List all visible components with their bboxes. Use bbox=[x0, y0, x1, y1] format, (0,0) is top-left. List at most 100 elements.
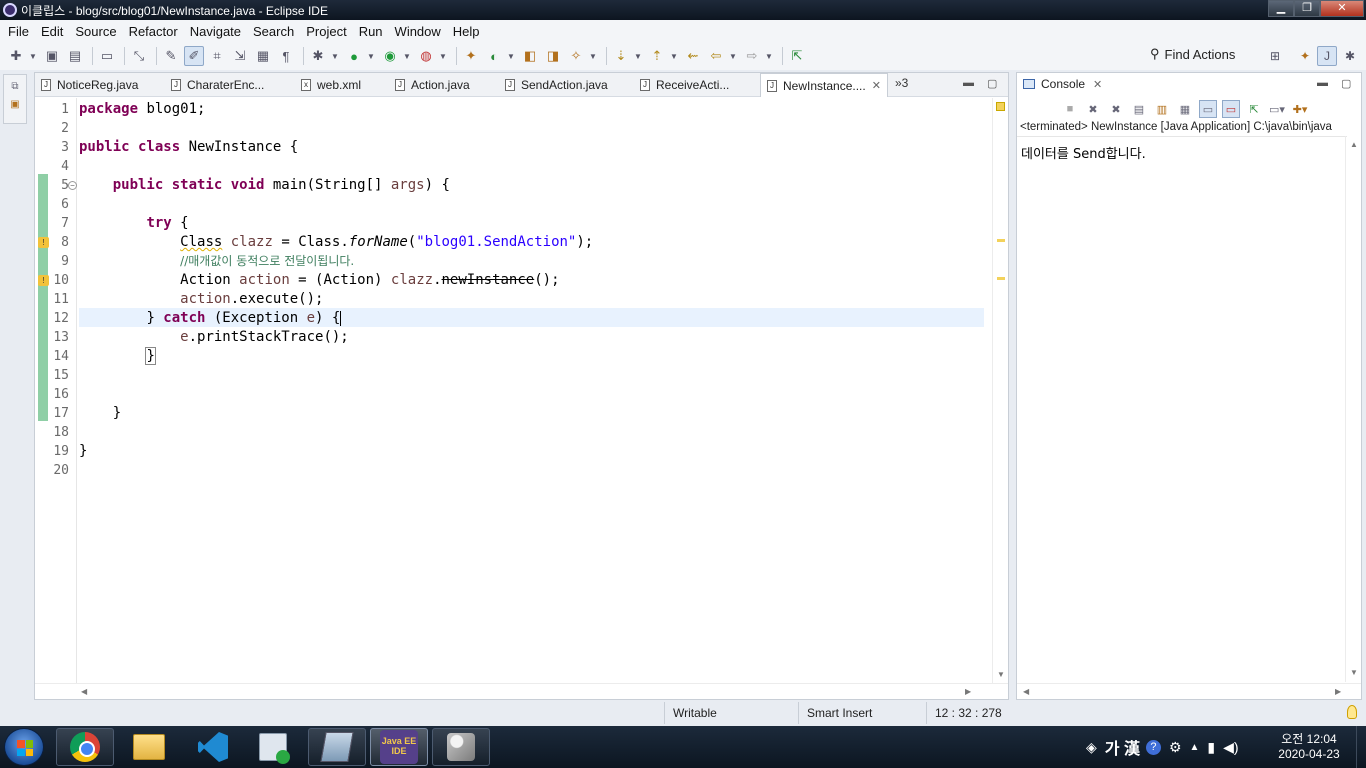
previous-edit-dropdown-icon[interactable]: ▼ bbox=[670, 46, 678, 66]
package-explorer-icon[interactable]: ▣ bbox=[8, 99, 22, 111]
search-icon[interactable]: ✧ bbox=[566, 46, 586, 66]
skip-breakpoints-icon[interactable]: ⤡ bbox=[129, 46, 149, 66]
warning-icon[interactable]: ! bbox=[38, 275, 49, 286]
menu-file[interactable]: File bbox=[2, 24, 35, 39]
scroll-up-icon[interactable]: ▲ bbox=[1350, 140, 1358, 149]
prev-annotation-icon[interactable]: ⇲ bbox=[230, 46, 250, 66]
menu-search[interactable]: Search bbox=[247, 24, 300, 39]
scroll-down-icon[interactable]: ▼ bbox=[1350, 668, 1358, 677]
open-console-icon[interactable]: ✚▾ bbox=[1291, 100, 1309, 118]
pin-console-icon[interactable]: ⇱ bbox=[1245, 100, 1263, 118]
show-on-stderr-icon[interactable]: ▭ bbox=[1222, 100, 1240, 118]
tab-receiveaction[interactable]: J ReceiveActi... bbox=[640, 73, 729, 97]
word-wrap-icon[interactable]: ▦ bbox=[1176, 100, 1194, 118]
remove-all-launches-icon[interactable]: ✖ bbox=[1107, 100, 1125, 118]
open-task-icon[interactable]: ◨ bbox=[543, 46, 563, 66]
warning-icon[interactable]: ! bbox=[38, 237, 49, 248]
ime-options-icon[interactable]: ⚙ bbox=[1169, 739, 1182, 756]
new-java-project-icon[interactable]: ✦ bbox=[461, 46, 481, 66]
taskbar-vscode[interactable] bbox=[184, 728, 242, 766]
taskbar-app[interactable] bbox=[244, 728, 302, 766]
display-selected-console-icon[interactable]: ▭▾ bbox=[1268, 100, 1286, 118]
menu-refactor[interactable]: Refactor bbox=[123, 24, 184, 39]
remove-launch-icon[interactable]: ✖ bbox=[1084, 100, 1102, 118]
warning-summary-icon[interactable] bbox=[996, 102, 1005, 111]
scroll-left-icon[interactable]: ◀ bbox=[81, 687, 87, 696]
external-tools-icon[interactable]: ◍ bbox=[416, 46, 436, 66]
forward-dropdown-icon[interactable]: ▼ bbox=[765, 46, 773, 66]
overview-ruler[interactable]: ▲ ▼ bbox=[992, 98, 1008, 683]
code-text[interactable]: package blog01; public class NewInstance… bbox=[79, 98, 984, 683]
coverage-dropdown-icon[interactable]: ▼ bbox=[403, 46, 411, 66]
scroll-lock-icon[interactable]: ▥ bbox=[1153, 100, 1171, 118]
insert-mode-status[interactable]: Smart Insert bbox=[798, 702, 926, 724]
tab-sendaction-java[interactable]: J SendAction.java bbox=[505, 73, 608, 97]
network-globe-icon[interactable]: ◈ bbox=[1086, 739, 1097, 756]
find-actions-button[interactable]: ⚲ Find Actions bbox=[1150, 46, 1235, 62]
terminate-icon[interactable]: ■ bbox=[1061, 100, 1079, 118]
tab-charaterenc[interactable]: J CharaterEnc... bbox=[171, 73, 264, 97]
code-editor[interactable]: ! ! 1 2 3 4 5 6 7 8 9 10 11 12 13 14 15 … bbox=[35, 98, 1008, 683]
java-ee-perspective-icon[interactable]: ✦ bbox=[1295, 46, 1315, 66]
power-icon[interactable]: ▮ bbox=[1207, 739, 1215, 756]
help-icon[interactable]: ? bbox=[1145, 739, 1161, 755]
run-icon[interactable]: ● bbox=[344, 46, 364, 66]
open-perspective-icon[interactable]: ⇱ bbox=[787, 46, 807, 66]
volume-icon[interactable]: ◀) bbox=[1223, 739, 1238, 756]
restore-icon[interactable]: ⧉ bbox=[8, 81, 22, 93]
taskbar-chrome[interactable] bbox=[56, 728, 114, 766]
previous-edit-icon[interactable]: ⇡ bbox=[647, 46, 667, 66]
toggle-block-selection-icon[interactable]: ⌗ bbox=[207, 46, 227, 66]
open-perspective-button-icon[interactable]: ⊞ bbox=[1265, 46, 1285, 66]
show-desktop-button[interactable] bbox=[1356, 726, 1366, 768]
next-annotation-icon[interactable]: ▦ bbox=[253, 46, 273, 66]
show-whitespace-icon[interactable]: ¶ bbox=[276, 46, 296, 66]
new-icon[interactable]: ✚ bbox=[6, 46, 26, 66]
terminal-icon[interactable]: ▭ bbox=[97, 46, 117, 66]
last-edit-location-icon[interactable]: ⇜ bbox=[683, 46, 703, 66]
taskbar-eclipse[interactable]: Java EE IDE bbox=[370, 728, 428, 766]
minimize-console-icon[interactable]: ▬ bbox=[1317, 77, 1328, 89]
next-edit-icon[interactable]: ⇣ bbox=[611, 46, 631, 66]
taskbar-file-explorer[interactable] bbox=[120, 728, 178, 766]
debug-dropdown-icon[interactable]: ▼ bbox=[331, 46, 339, 66]
search-dropdown-icon[interactable]: ▼ bbox=[589, 46, 597, 66]
menu-help[interactable]: Help bbox=[447, 24, 486, 39]
back-icon[interactable]: ⇦ bbox=[706, 46, 726, 66]
scroll-right-icon[interactable]: ▶ bbox=[965, 687, 971, 696]
fold-toggle-icon[interactable]: − bbox=[68, 181, 77, 190]
open-type-icon[interactable]: ✎ bbox=[161, 46, 181, 66]
java-perspective-icon[interactable]: J bbox=[1317, 46, 1337, 66]
close-tab-icon[interactable]: ✕ bbox=[872, 79, 881, 92]
minimize-editor-icon[interactable]: ▬ bbox=[963, 77, 974, 89]
close-button[interactable]: ✕ bbox=[1320, 0, 1364, 17]
system-clock[interactable]: 오전 12:04 2020-04-23 bbox=[1270, 732, 1348, 762]
menu-window[interactable]: Window bbox=[389, 24, 447, 39]
tip-bulb-icon[interactable] bbox=[1347, 705, 1357, 719]
new-dropdown-icon[interactable]: ▼ bbox=[29, 46, 37, 66]
start-button[interactable] bbox=[4, 728, 44, 766]
menu-run[interactable]: Run bbox=[353, 24, 389, 39]
open-type-hierarchy-icon[interactable]: ◧ bbox=[520, 46, 540, 66]
warning-marker[interactable] bbox=[997, 239, 1005, 242]
save-all-icon[interactable]: ▤ bbox=[65, 46, 85, 66]
ime-indicator[interactable]: 가 漢 bbox=[1105, 735, 1140, 759]
taskbar-tools[interactable] bbox=[432, 728, 490, 766]
external-tools-dropdown-icon[interactable]: ▼ bbox=[439, 46, 447, 66]
new-class-icon[interactable]: ◐ bbox=[484, 46, 504, 66]
forward-icon[interactable]: ⇨ bbox=[742, 46, 762, 66]
restore-button[interactable]: ❐ bbox=[1294, 0, 1320, 17]
scroll-left-icon[interactable]: ◀ bbox=[1023, 687, 1029, 696]
menu-source[interactable]: Source bbox=[69, 24, 122, 39]
toggle-mark-occurrences-icon[interactable]: ✐ bbox=[184, 46, 204, 66]
tab-newinstance-java[interactable]: J NewInstance.... ✕ bbox=[760, 73, 888, 97]
cursor-position-status[interactable]: 12 : 32 : 278 bbox=[926, 702, 1056, 724]
maximize-console-icon[interactable]: ▢ bbox=[1341, 77, 1351, 90]
next-edit-dropdown-icon[interactable]: ▼ bbox=[634, 46, 642, 66]
console-vertical-scrollbar[interactable]: ▲ ▼ bbox=[1345, 136, 1361, 682]
menu-project[interactable]: Project bbox=[300, 24, 352, 39]
scroll-right-icon[interactable]: ▶ bbox=[1335, 687, 1341, 696]
clear-console-icon[interactable]: ▤ bbox=[1130, 100, 1148, 118]
debug-icon[interactable]: ✱ bbox=[308, 46, 328, 66]
scroll-down-icon[interactable]: ▼ bbox=[997, 670, 1005, 679]
